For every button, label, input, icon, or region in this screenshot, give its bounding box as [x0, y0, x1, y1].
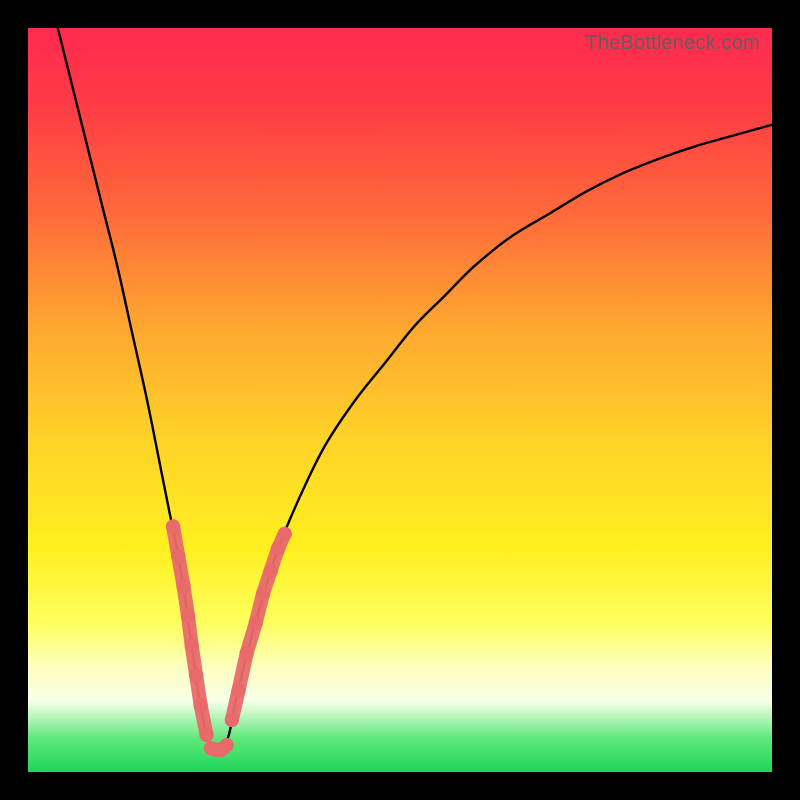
watermark-text: TheBottleneck.com: [585, 32, 760, 55]
marker-dot: [271, 542, 285, 556]
marker-dot: [171, 549, 185, 563]
marker-dot: [240, 646, 254, 660]
marker-dot: [225, 713, 239, 727]
marker-dot: [277, 527, 291, 541]
marker-dot: [256, 586, 270, 600]
marker-dot: [248, 616, 262, 630]
marker-dot: [193, 698, 207, 712]
marker-dot: [219, 738, 233, 752]
marker-dot: [176, 579, 190, 593]
marker-dot: [199, 728, 213, 742]
marker-dot: [189, 668, 203, 682]
marker-dot: [184, 638, 198, 652]
bottleneck-plot: [28, 28, 772, 772]
marker-dot: [231, 683, 245, 697]
marker-dot: [181, 609, 195, 623]
plot-background: [28, 28, 772, 772]
marker-dot: [263, 564, 277, 578]
marker-dot: [166, 519, 180, 533]
chart-frame: TheBottleneck.com: [28, 28, 772, 772]
